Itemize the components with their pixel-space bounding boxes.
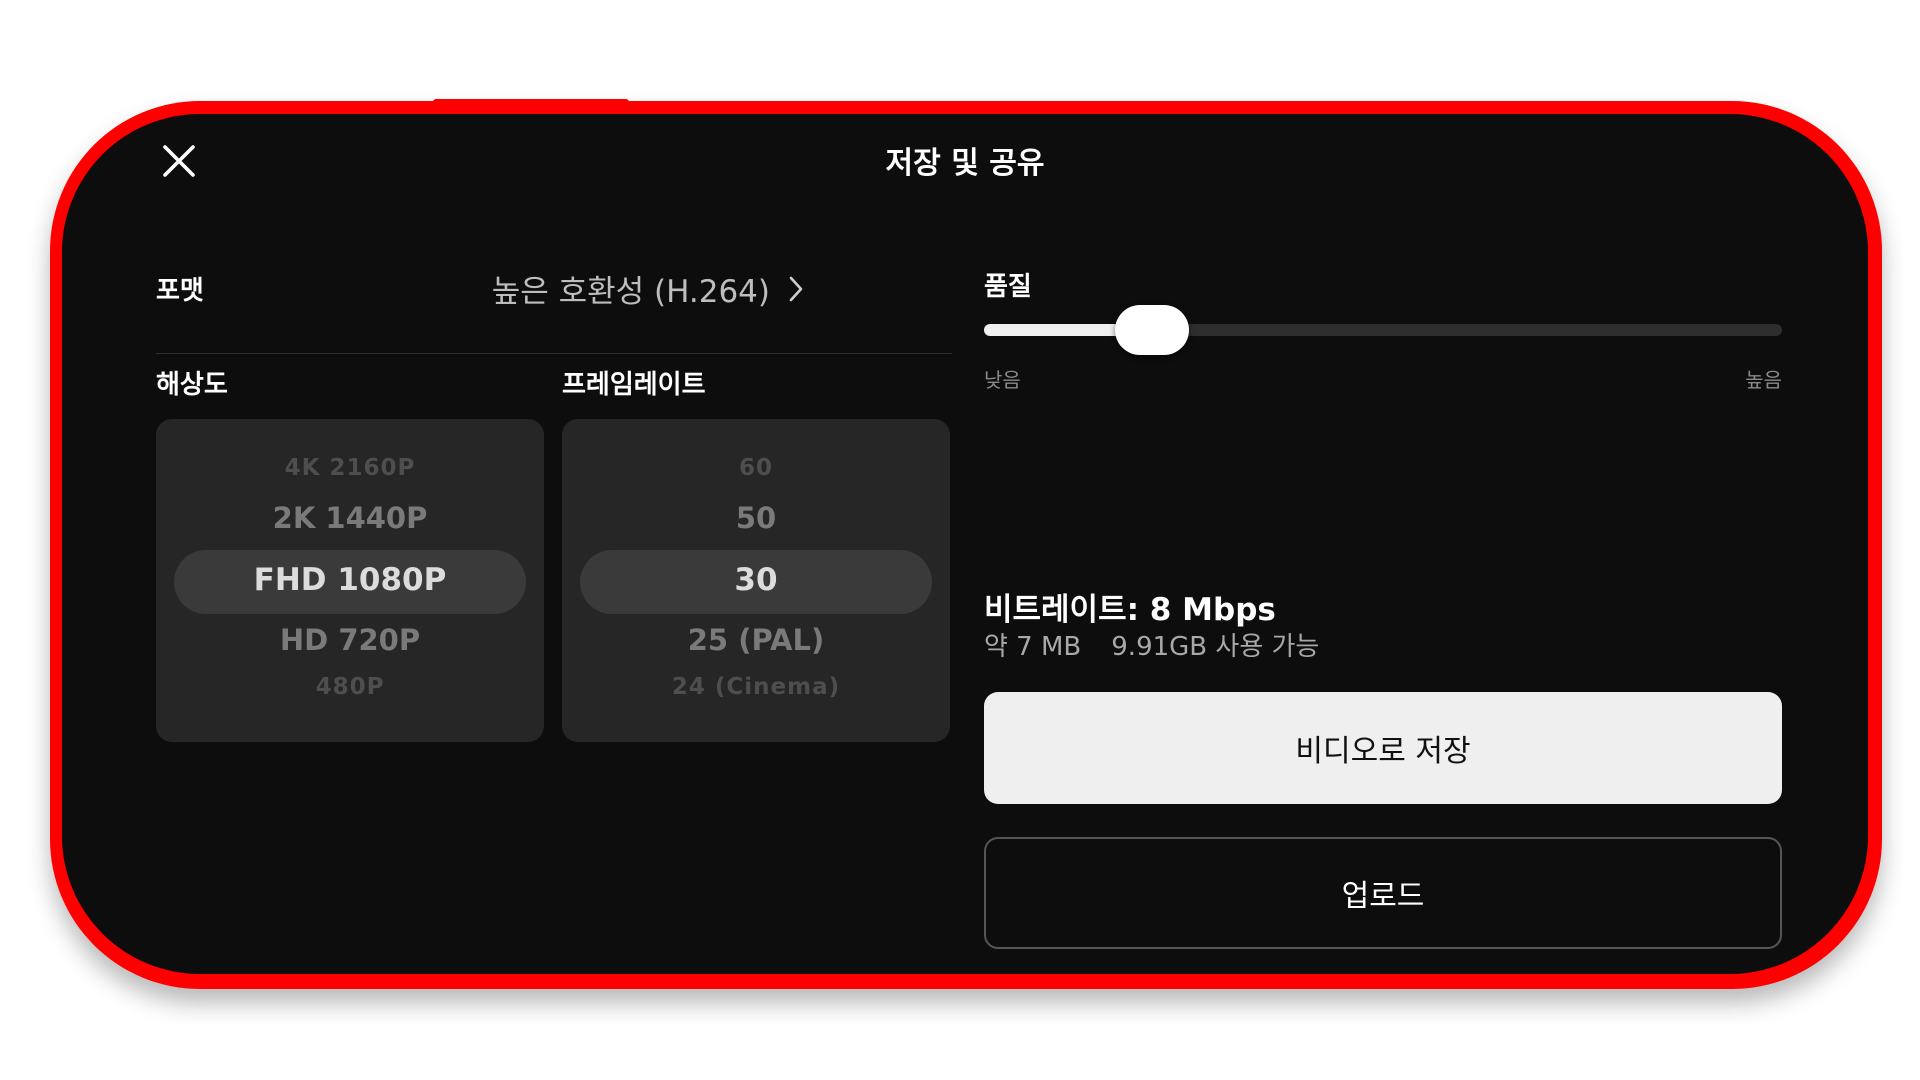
framerate-option[interactable]: 60 [562,455,950,481]
format-selector[interactable]: 높은 호환성 (H.264) [492,266,804,311]
quality-high-label: 높음 [1745,368,1782,392]
available-storage: 9.91GB 사용 가능 [1111,632,1320,662]
device-side-button [276,982,348,988]
resolution-picker[interactable]: 4K 2160P 2K 1440P FHD 1080P HD 720P 480P [156,419,544,742]
device-volume-button [433,982,565,988]
bitrate-text: 비트레이트: 8 Mbps [984,592,1276,628]
save-as-video-button[interactable]: 비디오로 저장 [984,692,1782,804]
resolution-option-selected[interactable]: FHD 1080P [156,562,544,598]
resolution-option[interactable]: 2K 1440P [156,501,544,535]
upload-button[interactable]: 업로드 [984,837,1782,949]
resolution-option[interactable]: 4K 2160P [156,455,544,481]
estimated-size: 약 7 MB [984,632,1082,662]
page-title: 저장 및 공유 [885,146,1045,181]
resolution-option[interactable]: HD 720P [156,623,544,657]
device-volume-button [598,982,730,988]
framerate-option[interactable]: 50 [562,501,950,535]
framerate-label: 프레임레이트 [562,370,706,400]
chevron-right-icon [789,276,803,301]
resolution-label: 해상도 [156,370,228,400]
quality-low-label: 낮음 [984,368,1021,392]
framerate-picker[interactable]: 60 50 30 25 (PAL) 24 (Cinema) [562,419,950,742]
save-share-screen: 저장 및 공유 포맷 높은 호환성 (H.264) 해상도 프레임레이트 4K … [62,114,1868,974]
device-side-button [433,99,629,107]
divider [156,353,952,354]
format-label: 포맷 [156,276,204,306]
framerate-option-selected[interactable]: 30 [562,562,950,598]
framerate-option[interactable]: 25 (PAL) [562,623,950,657]
format-value: 높은 호환성 (H.264) [491,274,770,310]
quality-label: 품질 [984,272,1032,302]
quality-slider-track[interactable] [984,305,1782,355]
storage-info: 약 7 MB 9.91GB 사용 가능 [984,626,1319,663]
resolution-option[interactable]: 480P [156,674,544,700]
quality-slider-thumb[interactable] [1114,305,1189,355]
framerate-option[interactable]: 24 (Cinema) [562,674,950,700]
